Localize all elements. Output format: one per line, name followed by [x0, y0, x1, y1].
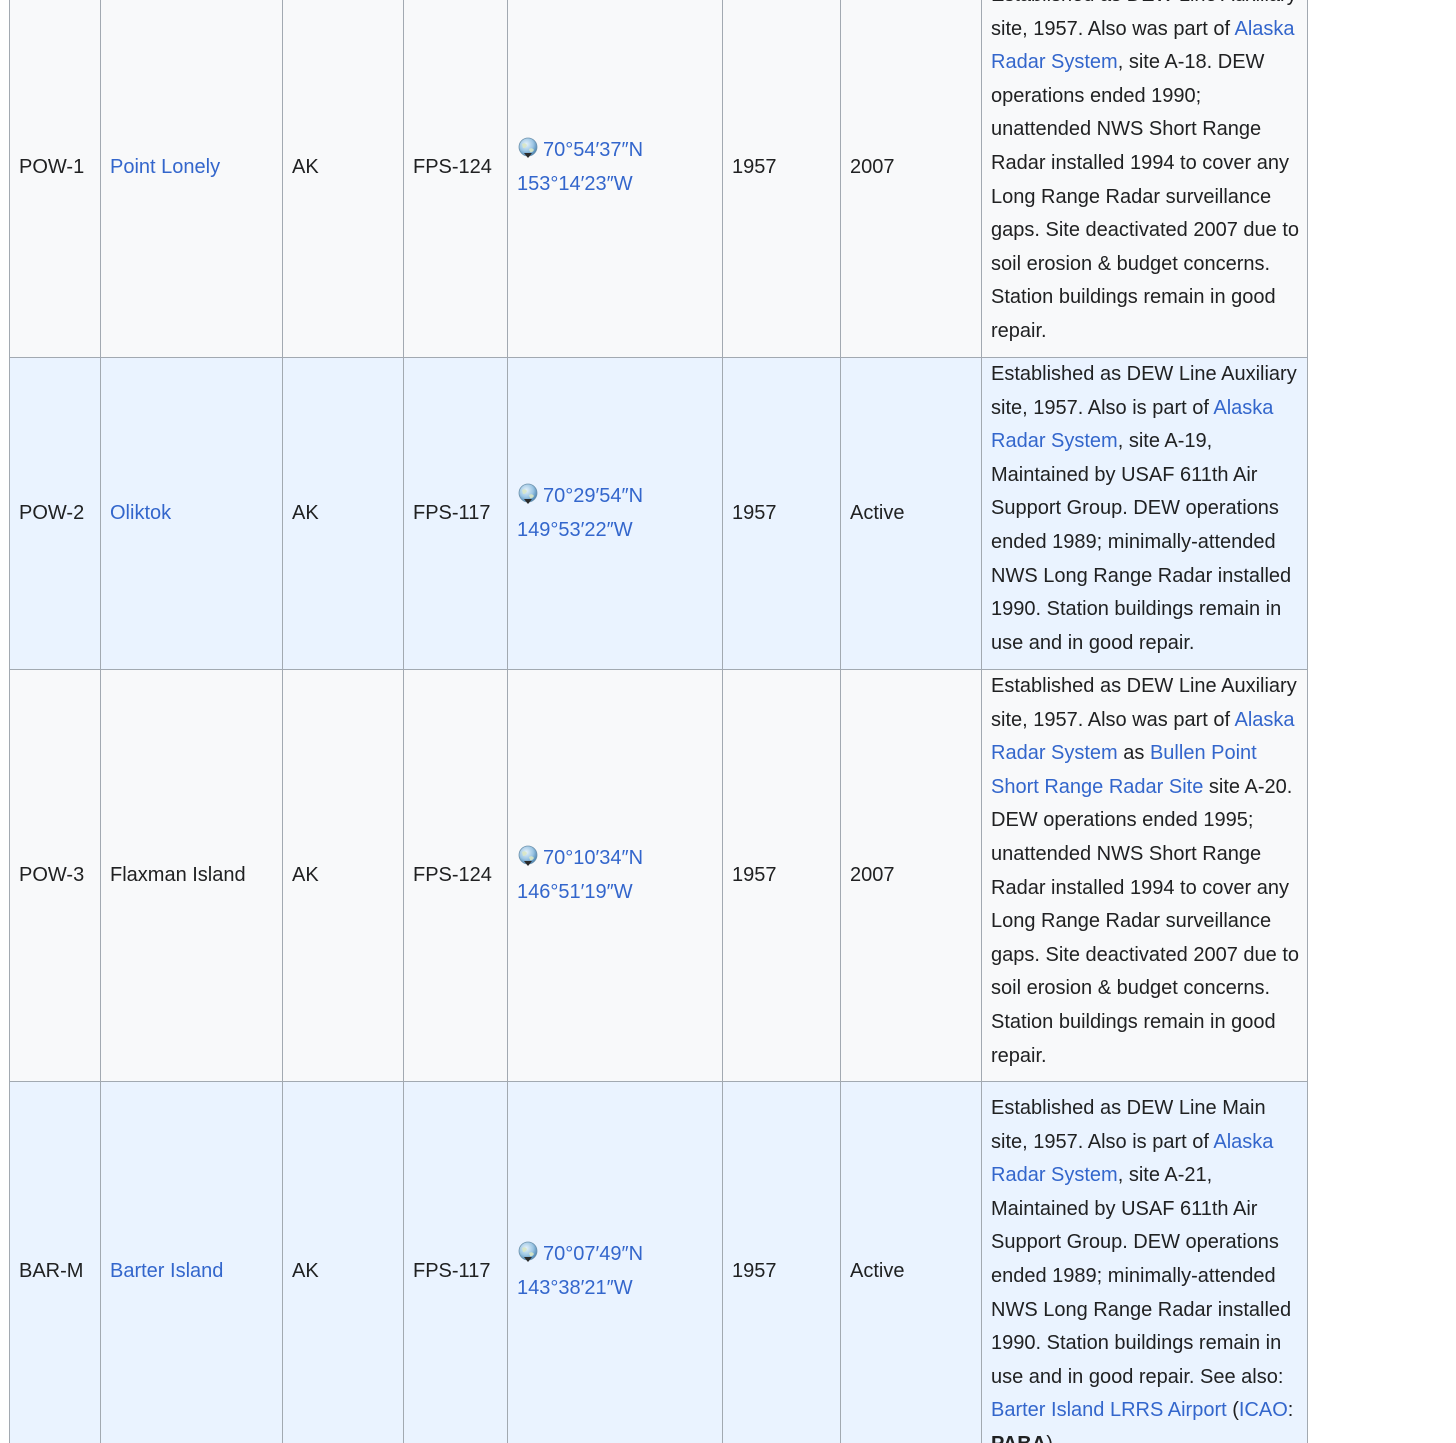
globe-icon[interactable]: [517, 483, 539, 505]
table-row: POW-2 Oliktok AK FPS-117 70°29′54″N 149°…: [9, 357, 1308, 670]
radar-type: FPS-124: [403, 669, 508, 1082]
longitude-link[interactable]: 146°51′19″W: [517, 881, 633, 903]
notes-text: as: [1117, 742, 1150, 765]
notes-link[interactable]: Barter Island LRRS Airport: [991, 1399, 1227, 1421]
globe-icon[interactable]: [517, 1241, 539, 1263]
notes-text: (: [1226, 1399, 1239, 1422]
state: AK: [282, 1081, 404, 1443]
radar-type: FPS-117: [403, 357, 508, 670]
site-notes: Established as DEW Line Auxiliary site, …: [981, 669, 1308, 1082]
year-closed: Active: [840, 1081, 982, 1443]
notes-text: site A-20. DEW operations ended 1995; un…: [991, 775, 1300, 1067]
coordinates[interactable]: 70°29′54″N 149°53′22″W: [507, 357, 723, 670]
year-closed: Active: [840, 357, 982, 670]
radar-type: FPS-117: [403, 1081, 508, 1443]
state: AK: [282, 357, 404, 670]
longitude-link[interactable]: 149°53′22″W: [517, 519, 633, 541]
page-viewport: POW-1 Point Lonely AK FPS-124 70°54′37″N…: [0, 0, 1456, 1443]
latitude-link[interactable]: 70°54′37″N: [543, 139, 643, 161]
site-notes: Established as DEW Line Auxiliary site, …: [981, 357, 1308, 670]
notes-link[interactable]: ICAO: [1239, 1399, 1288, 1421]
notes-text: , site A-21, Maintained by USAF 611th Ai…: [991, 1164, 1292, 1388]
site-name-link[interactable]: Point Lonely: [110, 156, 220, 178]
table-row: POW-3 Flaxman Island AK FPS-124 70°10′34…: [9, 669, 1308, 1082]
year-opened: 1957: [722, 357, 841, 670]
dew-line-sites-table: POW-1 Point Lonely AK FPS-124 70°54′37″N…: [9, 0, 1308, 1443]
site-code: POW-1: [9, 0, 101, 358]
table-row: POW-1 Point Lonely AK FPS-124 70°54′37″N…: [9, 0, 1308, 358]
year-closed: 2007: [840, 669, 982, 1082]
site-code: POW-2: [9, 357, 101, 670]
notes-text: , site A-19, Maintained by USAF 611th Ai…: [991, 430, 1292, 654]
site-notes: Established as DEW Line Auxiliary site, …: [981, 0, 1308, 358]
latitude-link[interactable]: 70°10′34″N: [543, 847, 643, 869]
longitude-link[interactable]: 153°14′23″W: [517, 173, 633, 195]
latitude-link[interactable]: 70°29′54″N: [543, 485, 643, 507]
notes-text: :: [1287, 1399, 1294, 1422]
latitude-link[interactable]: 70°07′49″N: [543, 1243, 643, 1265]
site-name-link[interactable]: Barter Island: [110, 1260, 223, 1282]
globe-icon[interactable]: [517, 845, 539, 867]
globe-icon[interactable]: [517, 137, 539, 159]
year-opened: 1957: [722, 1081, 841, 1443]
site-code: POW-3: [9, 669, 101, 1082]
site-notes: Established as DEW Line Main site, 1957.…: [981, 1081, 1308, 1443]
table-row: BAR-M Barter Island AK FPS-117 70°07′49″…: [9, 1081, 1308, 1443]
state: AK: [282, 669, 404, 1082]
site-name-link[interactable]: Oliktok: [110, 502, 171, 524]
coordinates[interactable]: 70°54′37″N 153°14′23″W: [507, 0, 723, 358]
coordinates[interactable]: 70°10′34″N 146°51′19″W: [507, 669, 723, 1082]
year-opened: 1957: [722, 669, 841, 1082]
icao-code: PABA: [991, 1433, 1046, 1443]
notes-text: ): [1046, 1433, 1053, 1443]
notes-text: , site A-18. DEW operations ended 1990; …: [991, 51, 1300, 342]
longitude-link[interactable]: 143°38′21″W: [517, 1277, 633, 1299]
state: AK: [282, 0, 404, 358]
radar-type: FPS-124: [403, 0, 508, 358]
year-opened: 1957: [722, 0, 841, 358]
site-code: BAR-M: [9, 1081, 101, 1443]
site-name: Flaxman Island: [100, 669, 283, 1082]
year-closed: 2007: [840, 0, 982, 358]
coordinates[interactable]: 70°07′49″N 143°38′21″W: [507, 1081, 723, 1443]
